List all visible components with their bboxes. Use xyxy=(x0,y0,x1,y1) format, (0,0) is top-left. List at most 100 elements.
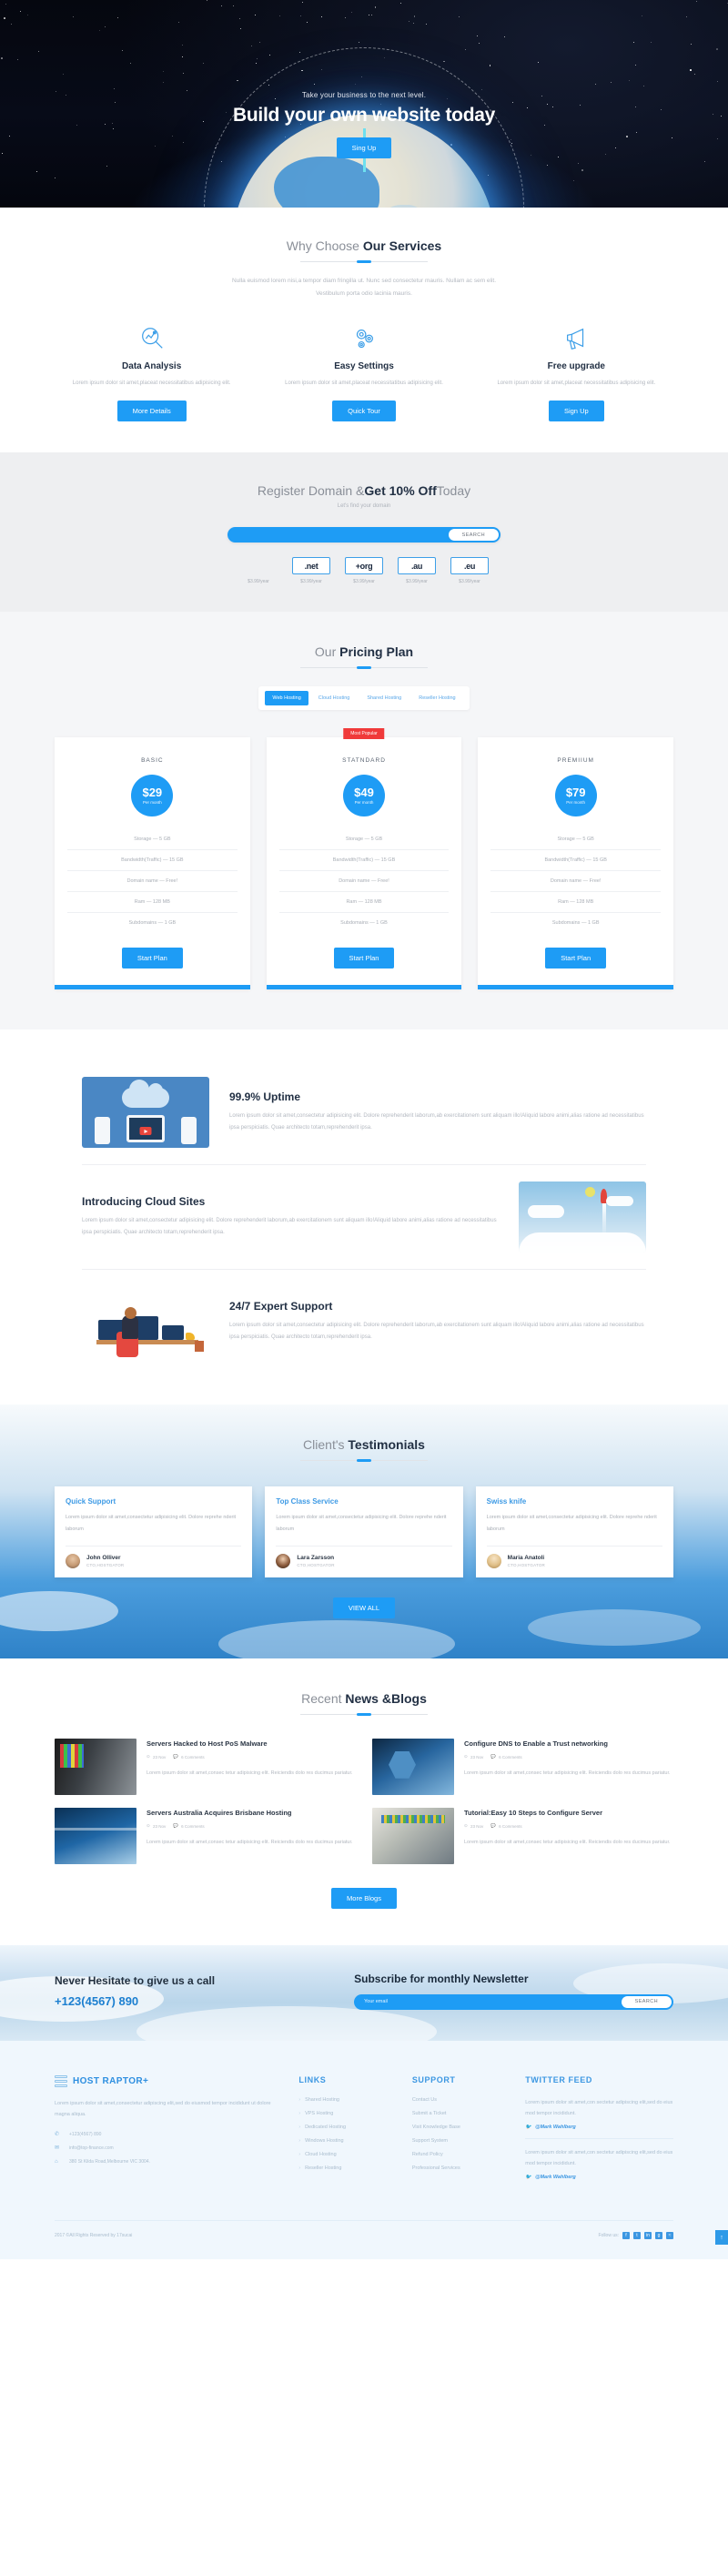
tld-label: .eu xyxy=(450,557,489,575)
hero-signup-button[interactable]: Sing Up xyxy=(336,137,392,158)
tld-item[interactable]: $3.99/year xyxy=(239,557,278,584)
service-button-quick-tour[interactable]: Quick Tour xyxy=(332,401,396,422)
newsletter-form[interactable]: SEARCH xyxy=(354,1993,673,2010)
blog-post[interactable]: Configure DNS to Enable a Trust networki… xyxy=(372,1738,673,1795)
blog-title[interactable]: Servers Australia Acquires Brisbane Host… xyxy=(147,1808,356,1819)
linkedin-icon[interactable]: in xyxy=(644,2232,652,2240)
feature-desc: Lorem ipsum dolor sit amet,consectetur a… xyxy=(82,1217,497,1236)
domain-search-input[interactable] xyxy=(229,529,449,542)
blog-post[interactable]: Servers Hacked to Host PoS Malware ⊙ 23 … xyxy=(55,1738,356,1795)
services-desc-line2: Vestibulum porta odio lacinia mauris. xyxy=(316,289,412,297)
blog-title[interactable]: Servers Hacked to Host PoS Malware xyxy=(147,1739,356,1749)
newsletter-submit-button[interactable]: SEARCH xyxy=(621,1995,672,2008)
mail-icon: ✉ xyxy=(55,2145,60,2151)
footer-support-column: SUPPORT Contact Us Submit a Ticket Visit… xyxy=(412,2075,509,2196)
social-follow: Follow us: f t in g ≈ xyxy=(598,2232,673,2240)
plan-feature: Subdomains — 1 GB xyxy=(551,920,600,927)
footer-support-link[interactable]: Submit a Ticket xyxy=(412,2111,509,2116)
back-to-top-button[interactable]: ↑ xyxy=(715,2230,728,2246)
tab-shared-hosting[interactable]: Shared Hosting xyxy=(359,691,409,705)
plan-price-badge: $79 Per month xyxy=(554,775,597,817)
footer-link[interactable]: › Shared Hosting xyxy=(298,2097,395,2103)
feature-desc: Lorem ipsum dolor sit amet,consectetur a… xyxy=(229,1112,644,1131)
tld-label: .net xyxy=(292,557,330,575)
blog-excerpt: Lorem ipsum dolor sit amet,consec tetur … xyxy=(464,1840,671,1846)
service-card-list: Data Analysis Lorem ipsum dolor sit amet… xyxy=(55,323,673,422)
plan-start-button[interactable]: Start Plan xyxy=(333,948,395,969)
services-section: Why Choose Our Services Nulla euismod lo… xyxy=(0,208,728,452)
tld-price: $3.99/year xyxy=(300,579,322,585)
footer-contact-phone: ✆ +123(4567) 890 xyxy=(55,2132,282,2139)
footer-link[interactable]: › Cloud Hosting xyxy=(298,2152,395,2157)
blog-title[interactable]: Configure DNS to Enable a Trust networki… xyxy=(464,1739,673,1749)
feature-row-support: 24/7 Expert Support Lorem ipsum dolor si… xyxy=(82,1269,646,1374)
plan-start-button[interactable]: Start Plan xyxy=(121,948,183,969)
newsletter-email-input[interactable] xyxy=(356,1995,622,2008)
service-button-more-details[interactable]: More Details xyxy=(116,401,187,422)
tld-item-net[interactable]: .net $3.99/year xyxy=(292,557,330,584)
footer-link[interactable]: › VPS Hosting xyxy=(298,2111,395,2116)
facebook-icon[interactable]: f xyxy=(622,2232,630,2240)
testimonial-title: Top Class Service xyxy=(276,1497,339,1506)
tweet-text: Lorem ipsum dolor sit amet,con sectetur … xyxy=(525,2149,673,2167)
footer-email-text[interactable]: info@top-finance.com xyxy=(69,2145,114,2151)
tab-reseller-hosting[interactable]: Reseller Hosting xyxy=(411,691,462,705)
footer-link[interactable]: › Reseller Hosting xyxy=(298,2165,395,2171)
footer-support-link[interactable]: Refund Policy xyxy=(412,2152,509,2157)
hero-section: Take your business to the next level. Bu… xyxy=(0,0,728,208)
google-plus-icon[interactable]: g xyxy=(655,2232,662,2240)
footer-address-text: 380 St Kilda Road,Melbourne VIC 3004. xyxy=(69,2158,150,2165)
tweet-handle[interactable]: 🐦 @Mark Wahlberg xyxy=(525,2125,673,2130)
footer-link[interactable]: › Windows Hosting xyxy=(298,2138,395,2144)
blog-post[interactable]: Tutorial:Easy 10 Steps to Configure Serv… xyxy=(372,1807,673,1864)
server-stack-icon xyxy=(55,2074,67,2088)
plan-feature: Ram — 128 MB xyxy=(490,892,662,914)
plan-name: STATNDARD xyxy=(342,757,386,765)
tld-item-eu[interactable]: .eu $3.99/year xyxy=(450,557,489,584)
footer-support-link[interactable]: Professional Services xyxy=(412,2165,509,2171)
testimonial-name: John Olliver xyxy=(86,1554,121,1561)
chevron-right-icon: › xyxy=(298,2110,301,2116)
blog-text: Servers Hacked to Host PoS Malware ⊙ 23 … xyxy=(147,1739,356,1795)
view-all-button[interactable]: VIEW ALL xyxy=(332,1597,396,1618)
blog-thumbnail xyxy=(55,1807,136,1864)
tab-cloud-hosting[interactable]: Cloud Hosting xyxy=(311,691,358,705)
chevron-right-icon: › xyxy=(298,2151,301,2157)
plan-feature: Subdomains — 1 GB xyxy=(340,920,388,927)
blog-text: Tutorial:Easy 10 Steps to Configure Serv… xyxy=(464,1808,673,1864)
service-button-sign-up[interactable]: Sign Up xyxy=(548,401,604,422)
footer-phone-text[interactable]: +123(4567) 890 xyxy=(69,2132,101,2137)
tab-web-hosting[interactable]: Web Hosting xyxy=(265,691,308,706)
footer-logo[interactable]: HOST RAPTOR+ xyxy=(55,2074,282,2088)
rss-icon[interactable]: ≈ xyxy=(666,2232,673,2240)
blog-meta: ⊙ 23 Nov 💬 6 Comments xyxy=(464,1754,673,1760)
more-blogs-button[interactable]: More Blogs xyxy=(331,1887,397,1909)
footer-about-text: Lorem ipsum dolor sit amet,consectetur a… xyxy=(55,2100,271,2118)
tld-price: $3.99/year xyxy=(248,579,269,585)
feature-text: 24/7 Expert Support Lorem ipsum dolor si… xyxy=(229,1300,646,1345)
footer-support-link[interactable]: Contact Us xyxy=(412,2097,509,2103)
blog-heading-bold: News &Blogs xyxy=(345,1690,427,1706)
services-description: Nulla euismod lorem nisi,a tempor diam f… xyxy=(55,275,673,299)
testimonial-text: Lorem ipsum dolor sit amet,consectetur a… xyxy=(276,1515,447,1533)
plan-amount: $79 xyxy=(565,786,586,800)
blog-title[interactable]: Tutorial:Easy 10 Steps to Configure Serv… xyxy=(464,1808,673,1819)
twitter-icon[interactable]: t xyxy=(633,2232,641,2240)
tld-item-org[interactable]: +org $3.99/year xyxy=(345,557,383,584)
cta-phone-number[interactable]: +123(4567) 890 xyxy=(55,1994,332,2008)
testimonial-text: Lorem ipsum dolor sit amet,consectetur a… xyxy=(486,1515,657,1533)
domain-search-bar[interactable]: SEARCH xyxy=(228,527,500,543)
tld-item-au[interactable]: .au $3.99/year xyxy=(398,557,436,584)
footer-support-link[interactable]: Support System xyxy=(412,2138,509,2144)
plan-start-button[interactable]: Start Plan xyxy=(545,948,607,969)
blog-thumbnail xyxy=(55,1738,136,1795)
footer-link[interactable]: › Dedicated Hosting xyxy=(298,2125,395,2130)
blog-post[interactable]: Servers Australia Acquires Brisbane Host… xyxy=(55,1807,356,1864)
footer-support-link[interactable]: Visit Knowledge Base xyxy=(412,2125,509,2130)
blog-thumbnail xyxy=(372,1738,454,1795)
tweet-handle[interactable]: 🐦 @Mark Wahlberg xyxy=(525,2175,673,2180)
hero-subtitle: Take your business to the next level. xyxy=(301,91,427,99)
domain-search-button[interactable]: SEARCH xyxy=(448,529,499,542)
service-card: Easy Settings Lorem ipsum dolor sit amet… xyxy=(267,323,460,422)
footer-links-column: LINKS › Shared Hosting › VPS Hosting › Dedi… xyxy=(298,2075,395,2196)
